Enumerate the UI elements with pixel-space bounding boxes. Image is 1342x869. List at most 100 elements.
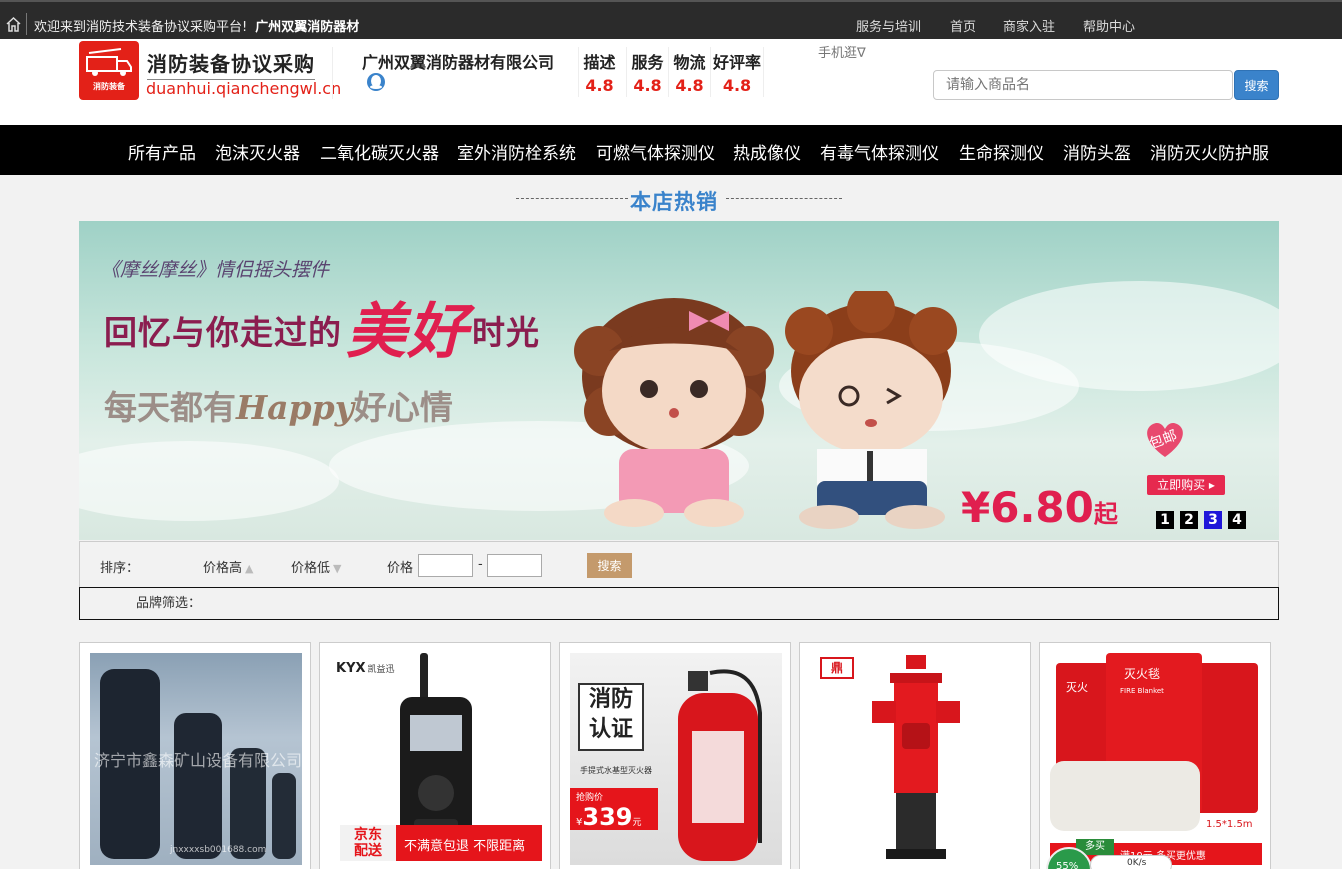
carousel-dot-4[interactable]: 4 bbox=[1228, 511, 1246, 529]
divider bbox=[26, 13, 27, 35]
tagline-part: 好心情 bbox=[353, 388, 453, 427]
qq-chat-icon[interactable] bbox=[366, 72, 386, 92]
blanket-label: 灭火 bbox=[1066, 681, 1088, 694]
price-unit: 元 bbox=[632, 818, 642, 828]
link-service-training[interactable]: 服务与培训 bbox=[856, 16, 921, 35]
sort-label: 排序： bbox=[100, 561, 140, 576]
buy-now-button[interactable]: 立即购买 ▸ bbox=[1147, 475, 1225, 495]
carousel-dot-2[interactable]: 2 bbox=[1180, 511, 1198, 529]
nav-toxic-gas-detector[interactable]: 有毒气体探测仪 bbox=[820, 139, 939, 164]
rating-value: 4.8 bbox=[675, 76, 704, 95]
section-title: 本店热销 bbox=[630, 190, 718, 214]
divider bbox=[332, 47, 333, 99]
top-bar: 欢迎来到消防技术装备协议采购平台! 广州双翼消防器材 服务与培训 首页 商家入驻 … bbox=[0, 0, 1342, 39]
promo-banner[interactable]: 《摩丝摩丝》情侣摇头摆件 回忆与你走过的美好 时光 每天都有Happy好心情 包邮… bbox=[79, 221, 1279, 540]
link-home[interactable]: 首页 bbox=[950, 16, 976, 35]
promo-tag: 京东 配送 bbox=[340, 825, 396, 861]
product-card[interactable]: 济宁市鑫森矿山设备有限公司 jnxxxxsb001688.com bbox=[79, 642, 311, 869]
product-card[interactable]: 灭火毯 FIRE Blanket 灭火 1.5*1.5m 满10元 多买更优惠 … bbox=[1039, 642, 1271, 869]
price-max-input[interactable] bbox=[487, 554, 542, 577]
arrow-down-icon: ▼ bbox=[333, 562, 342, 575]
rating-value: 4.8 bbox=[722, 76, 752, 95]
promo-strip: 京东 配送 不满意包退 不限距离 bbox=[340, 825, 542, 861]
logo[interactable]: 消防装备 bbox=[79, 41, 139, 100]
nav-outdoor-hydrant[interactable]: 室外消防栓系统 bbox=[457, 139, 576, 164]
sort-price-low[interactable]: 价格低 ▼ bbox=[291, 557, 341, 576]
price-number: 339 bbox=[582, 803, 633, 831]
price-tag: 抢购价 ¥339元 bbox=[570, 788, 658, 831]
promo-tag-line: 京东 bbox=[354, 827, 382, 843]
blanket-label-en: FIRE Blanket bbox=[1120, 687, 1164, 695]
fire-hydrant-image bbox=[872, 655, 960, 859]
link-merchant-join[interactable]: 商家入驻 bbox=[1003, 16, 1055, 35]
rating-value: 4.8 bbox=[585, 76, 614, 95]
folded-blanket bbox=[1050, 761, 1200, 831]
shop-link[interactable]: 广州双翼消防器材 bbox=[255, 20, 359, 35]
network-speed-widget[interactable]: 55% 0K/s bbox=[1046, 847, 1176, 869]
promo-text: 不满意包退 不限距离 bbox=[404, 839, 526, 854]
product-image[interactable]: 消防 认证 手提式水基型灭火器 抢购价 ¥339元 bbox=[570, 653, 782, 865]
rating-label: 物流 bbox=[673, 53, 706, 72]
nav-co2-extinguisher[interactable]: 二氧化碳灭火器 bbox=[320, 139, 439, 164]
sort-price-high[interactable]: 价格高 ▲ bbox=[203, 557, 253, 576]
headline-highlight: 美好 bbox=[346, 297, 468, 367]
speed-percent: 55% bbox=[1056, 861, 1079, 869]
fire-truck-icon bbox=[86, 48, 132, 76]
product-card[interactable]: KYX 凯益迅 京东 配送 不满意包退 不限距离 bbox=[319, 642, 551, 869]
nav-foam-extinguisher[interactable]: 泡沫灭火器 bbox=[215, 139, 300, 164]
size-label: 1.5*1.5m bbox=[1206, 819, 1253, 830]
mobile-link[interactable]: 手机逛∇ bbox=[818, 42, 866, 61]
carousel-dot-3[interactable]: 3 bbox=[1204, 511, 1222, 529]
carousel-dot-1[interactable]: 1 bbox=[1156, 511, 1174, 529]
welcome-text: 欢迎来到消防技术装备协议采购平台! 广州双翼消防器材 bbox=[34, 16, 359, 35]
welcome-message: 欢迎来到消防技术装备协议采购平台! bbox=[34, 20, 248, 35]
watermark-url: jnxxxxsb001688.com bbox=[170, 845, 267, 855]
rating-label: 描述 bbox=[583, 53, 616, 72]
rating-positive: 好评率 4.8 bbox=[710, 47, 764, 97]
couple-dolls-image bbox=[574, 291, 957, 529]
search-input[interactable] bbox=[933, 70, 1233, 100]
nav-fire-helmet[interactable]: 消防头盔 bbox=[1063, 139, 1131, 164]
price-value: ¥6.80 bbox=[961, 483, 1094, 532]
brand-filter-row: 品牌筛选： bbox=[79, 587, 1279, 620]
speed-panel: 0K/s bbox=[1090, 855, 1172, 869]
site-url[interactable]: duanhui.qianchengwl.cn bbox=[146, 79, 341, 98]
shop-name[interactable]: 广州双翼消防器材有限公司 bbox=[362, 49, 554, 73]
product-image[interactable]: KYX 凯益迅 京东 配送 不满意包退 不限距离 bbox=[330, 653, 542, 865]
tagline-part: Happy bbox=[236, 388, 354, 427]
divider bbox=[516, 198, 628, 199]
banner-headline: 回忆与你走过的美好 时光 bbox=[104, 283, 540, 370]
hot-sales-heading: 本店热销 bbox=[516, 184, 842, 214]
nav-protective-suit[interactable]: 消防灭火防护服 bbox=[1150, 139, 1269, 164]
nav-all-products[interactable]: 所有产品 bbox=[128, 139, 196, 164]
speed-rate: 0K/s bbox=[1127, 858, 1147, 868]
arrow-up-icon: ▲ bbox=[245, 562, 254, 575]
blanket-pack bbox=[1196, 663, 1258, 813]
link-help-center[interactable]: 帮助中心 bbox=[1083, 16, 1135, 35]
cloud-decoration bbox=[79, 441, 339, 521]
product-image[interactable]: 济宁市鑫森矿山设备有限公司 jnxxxxsb001688.com bbox=[90, 653, 302, 865]
filter-panel: 排序： 价格高 ▲ 价格低 ▼ 价格 - 搜索 品牌筛选： bbox=[79, 541, 1279, 620]
promo-tag-line: 配送 bbox=[354, 843, 382, 859]
product-card[interactable]: 消防 认证 手提式水基型灭火器 抢购价 ¥339元 bbox=[559, 642, 791, 869]
fire-extinguisher-image bbox=[678, 669, 762, 861]
rating-label: 好评率 bbox=[712, 53, 761, 72]
category-nav: 所有产品 泡沫灭火器 二氧化碳灭火器 室外消防栓系统 可燃气体探测仪 热成像仪 … bbox=[0, 125, 1342, 175]
range-separator: - bbox=[478, 557, 483, 572]
nav-gas-detector[interactable]: 可燃气体探测仪 bbox=[596, 139, 715, 164]
home-icon[interactable] bbox=[5, 16, 22, 33]
search-button[interactable]: 搜索 bbox=[1234, 70, 1279, 100]
sort-option-label: 价格低 bbox=[291, 561, 331, 576]
nav-life-detector[interactable]: 生命探测仪 bbox=[959, 139, 1044, 164]
product-card[interactable]: 鼎 bbox=[799, 642, 1031, 869]
nav-thermal-imager[interactable]: 热成像仪 bbox=[733, 139, 801, 164]
headline-part: 时光 bbox=[472, 313, 540, 352]
blanket-label: 灭火毯 bbox=[1124, 667, 1161, 681]
price-suffix: 起 bbox=[1093, 500, 1118, 528]
filter-search-button[interactable]: 搜索 bbox=[587, 553, 632, 578]
product-image[interactable]: 灭火毯 FIRE Blanket 灭火 1.5*1.5m 满10元 多买更优惠 … bbox=[1050, 653, 1262, 865]
price-min-input[interactable] bbox=[418, 554, 473, 577]
watermark-text: 济宁市鑫森矿山设备有限公司 bbox=[94, 751, 302, 770]
rating-service: 服务 4.8 bbox=[626, 47, 668, 97]
product-image[interactable]: 鼎 bbox=[810, 653, 1022, 865]
